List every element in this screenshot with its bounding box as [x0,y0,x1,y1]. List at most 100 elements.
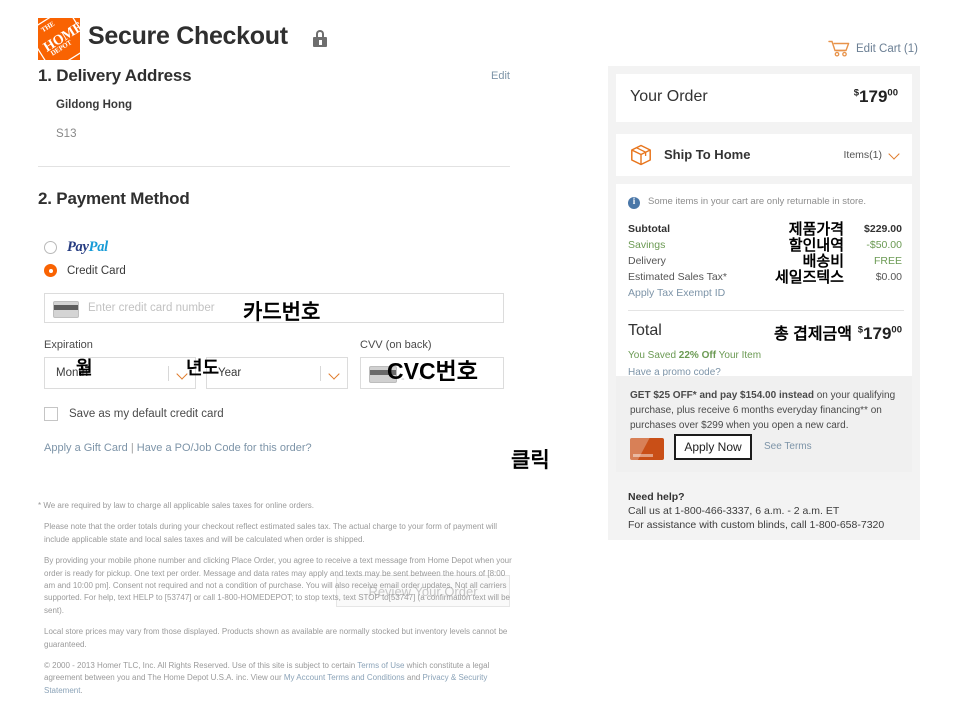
subtotal-label: Subtotal [628,223,670,235]
totals-divider [628,310,904,311]
credit-card-offer-block: GET $25 OFF* and pay $154.00 instead on … [616,376,912,472]
delivery-address-section: 1. Delivery Address Edit Gildong Hong S1… [38,66,516,140]
checkout-page: THE HOME DEPOT Secure Checkout Edit Cart… [0,0,960,723]
legal-copyright: © 2000 - 2013 Homer TLC, Inc. All Rights… [38,660,516,697]
paypal-option[interactable]: PayPal [44,239,516,256]
link-separator: | [130,442,134,454]
extra-payment-links: Apply a Gift Card | Have a PO/Job Code f… [44,442,516,454]
credit-card-radio[interactable] [44,264,57,277]
saved-amount: 22% Off [678,350,717,361]
delivery-label: Delivery [628,255,666,267]
credit-card-image [630,438,664,460]
copyright-text-4: . [80,685,83,695]
sales-tax-label: Estimated Sales Tax* [628,271,728,283]
saved-suffix: Your Item [716,350,762,361]
package-box-icon [630,144,652,166]
edit-cart-button[interactable]: Edit Cart (1) [828,40,918,57]
annotation-cvc: CVC번호 [387,358,478,384]
info-circle-icon [628,196,640,209]
chevron-down-icon [328,368,340,380]
need-help-heading: Need help? [628,491,685,503]
edit-cart-label: Edit Cart (1) [856,42,918,55]
your-order-amount: $17900 [853,87,898,106]
order-summary-panel: Your Order $17900 Ship To Home Items(1) … [608,66,920,540]
chevron-down-icon[interactable] [888,148,900,160]
expiration-month-select[interactable]: Month [44,357,196,389]
annotation-click: 클릭 [511,449,550,472]
legal-paragraph-3: By providing your mobile phone number an… [44,556,512,615]
copyright-text-1: © 2000 - 2013 Homer TLC, Inc. All Rights… [44,660,358,670]
delivery-address-heading: 1. Delivery Address [38,66,192,85]
home-depot-logo-icon[interactable]: THE HOME DEPOT [38,18,80,60]
savings-label: Savings [628,239,666,251]
tax-exempt-link[interactable]: Apply Tax Exempt ID [628,287,725,299]
page-title: Secure Checkout [88,22,288,50]
totals-row-savings: Savings 할인내역 -$50.00 [628,237,904,254]
expiration-year-value: Year [218,367,242,379]
annotation-month: 월 [76,358,93,378]
totals-row-subtotal: Subtotal 제품가격 $229.00 [628,221,904,238]
legal-paragraph-4: Local store prices may vary from those d… [44,627,508,649]
address-line: S13 [56,128,77,140]
shopping-cart-icon [828,40,850,57]
edit-address-link[interactable]: Edit [491,70,510,82]
offer-text: GET $25 OFF* and pay $154.00 instead on … [630,388,898,433]
paypal-radio[interactable] [44,241,57,254]
apply-gift-card-link[interactable]: Apply a Gift Card [44,442,128,454]
your-order-header: Your Order $17900 [616,74,912,122]
paypal-logo: PayPal [67,239,108,255]
copyright-text-3: and [404,673,423,683]
totals-lines: Subtotal 제품가격 $229.00 Savings 할인내역 -$50.… [628,221,904,302]
savings-value: -$50.00 [866,239,902,251]
section-divider [38,166,510,167]
total-label: Total [628,322,662,339]
need-help-line-2: For assistance with custom blinds, call … [628,519,885,531]
save-card-label: Save as my default credit card [69,408,224,420]
po-job-code-link[interactable]: Have a PO/Job Code for this order? [137,442,312,454]
items-count-label: Items(1) [843,149,882,161]
total-amount: $17900 [857,324,902,343]
grand-total-row: Total 총 겹제금액 $17900 [628,322,904,346]
card-number-placeholder: Enter credit card number [88,302,215,314]
saved-prefix: You Saved [628,350,679,361]
need-help-block: Need help? Call us at 1-800-466-3337, 6 … [628,491,914,531]
expiration-label: Expiration [44,339,93,351]
account-terms-link[interactable]: My Account Terms and Conditions [284,673,405,682]
address-name: Gildong Hong [56,99,133,111]
delivery-value: FREE [873,255,902,267]
return-policy-notice: Some items in your cart are only returna… [628,196,904,209]
apply-now-button[interactable]: Apply Now [674,434,752,460]
save-card-row[interactable]: Save as my default credit card [44,407,516,421]
expiration-cvv-labels: Expiration CVV (on back) [44,339,516,353]
your-order-title: Your Order [630,88,708,105]
credit-card-option[interactable]: Credit Card [44,264,516,277]
shipping-method-row[interactable]: Ship To Home Items(1) [616,134,912,176]
savings-summary: You Saved 22% Off Your Item [628,350,761,361]
see-terms-link[interactable]: See Terms [764,441,812,452]
annotation-card-number: 카드번호 [243,301,321,324]
save-card-checkbox[interactable] [44,407,58,421]
credit-card-label: Credit Card [67,264,126,277]
terms-of-use-link[interactable]: Terms of Use [357,661,404,670]
need-help-line-1: Call us at 1-800-466-3337, 6 a.m. - 2 a.… [628,505,840,517]
expiration-year-select[interactable]: Year [206,357,348,389]
cvv-label: CVV (on back) [360,339,432,351]
page-header: THE HOME DEPOT Secure Checkout Edit Cart… [20,14,940,64]
credit-card-icon [53,301,79,318]
legal-paragraph-2: Please note that the order totals during… [44,522,497,544]
subtotal-value: $229.00 [864,223,902,235]
totals-row-tax-exempt[interactable]: Apply Tax Exempt ID [628,286,904,302]
return-policy-text: Some items in your cart are only returna… [648,196,867,207]
checkout-main-column: 1. Delivery Address Edit Gildong Hong S1… [38,66,516,607]
annotation-year: 년도 [186,358,220,378]
legal-footer: * We are required by law to charge all a… [38,500,516,706]
sales-tax-value: $0.00 [875,271,902,283]
legal-paragraph-1: * We are required by law to charge all a… [38,501,314,510]
annotation-sales-tax: 세일즈텍스 [774,269,844,286]
shipping-method-label: Ship To Home [664,147,751,162]
payment-method-heading: 2. Payment Method [38,189,190,208]
lock-icon [313,30,327,47]
annotation-total: 총 겹제금액 [773,326,852,343]
totals-row-delivery: Delivery 배송비 FREE [628,253,904,270]
totals-row-tax: Estimated Sales Tax* 세일즈텍스 $0.00 [628,269,904,286]
